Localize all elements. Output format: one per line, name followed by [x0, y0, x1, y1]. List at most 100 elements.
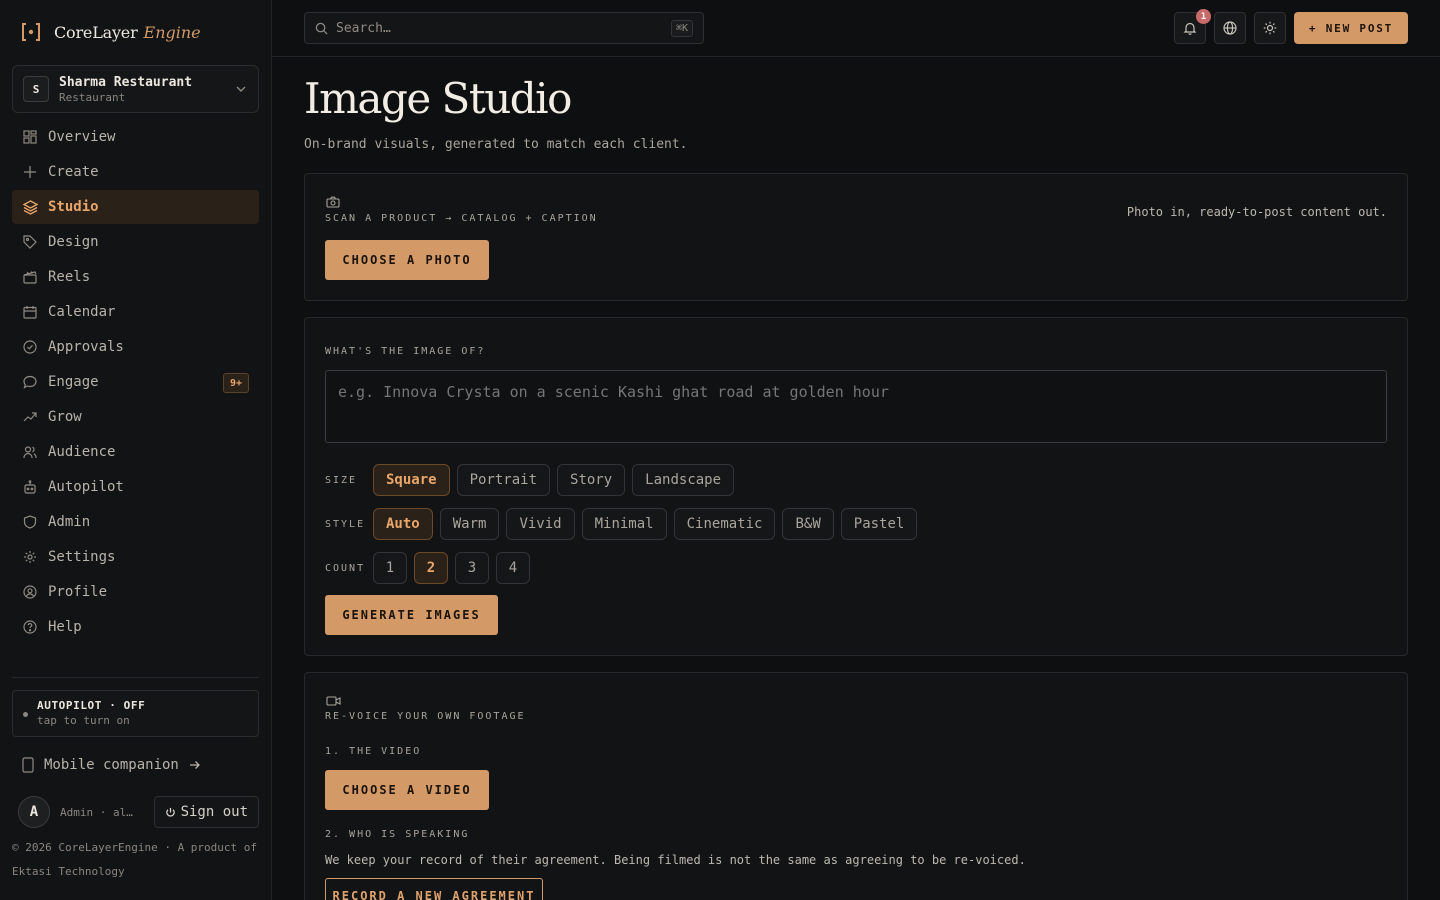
sidebar-item-settings[interactable]: Settings [12, 540, 259, 574]
sidebar-item-label: Profile [48, 584, 108, 600]
choose-video-button[interactable]: CHOOSE A VIDEO [325, 770, 489, 810]
sidebar-item-label: Settings [48, 549, 116, 565]
size-chip-story[interactable]: Story [557, 464, 626, 496]
sidebar-item-create[interactable]: Create [12, 155, 259, 189]
layers-icon [22, 199, 38, 215]
plus-icon [22, 164, 38, 180]
size-chip-square[interactable]: Square [373, 464, 450, 496]
camera-icon [326, 196, 340, 208]
bot-icon [22, 479, 38, 495]
language-button[interactable] [1214, 12, 1246, 44]
style-chip-vivid[interactable]: Vivid [506, 508, 575, 540]
search-icon [315, 22, 328, 35]
style-chip-minimal[interactable]: Minimal [581, 508, 667, 540]
style-chip-warm[interactable]: Warm [439, 508, 500, 540]
sidebar-item-engage[interactable]: Engage 9+ [12, 365, 259, 399]
sidebar-item-reels[interactable]: Reels [12, 260, 259, 294]
size-chip-portrait[interactable]: Portrait [456, 464, 551, 496]
sidebar-item-autopilot[interactable]: Autopilot [12, 470, 259, 504]
style-options: STYLE Auto Warm Vivid Minimal Cinematic … [325, 508, 924, 540]
user-email: Admin · al… [60, 805, 133, 819]
count-chip-1[interactable]: 1 [373, 552, 407, 584]
workspace-type: Restaurant [59, 90, 126, 104]
brand[interactable]: CoreLayer Engine [20, 20, 201, 44]
trending-up-icon [22, 409, 38, 425]
page-subtitle: On-brand visuals, generated to match eac… [304, 137, 688, 152]
style-label: STYLE [325, 518, 366, 530]
sidebar-item-label: Help [48, 619, 82, 635]
power-icon [165, 807, 175, 817]
scan-hint: Photo in, ready-to-post content out. [1126, 205, 1387, 219]
sidebar-item-design[interactable]: Design [12, 225, 259, 259]
theme-toggle-button[interactable] [1254, 12, 1286, 44]
revoice-footage-card: RE-VOICE YOUR OWN FOOTAGE 1. THE VIDEO C… [304, 672, 1408, 900]
workspace-switcher[interactable]: S Sharma Restaurant Restaurant [12, 65, 259, 113]
mobile-companion-link[interactable]: Mobile companion [22, 754, 201, 776]
check-circle-icon [22, 339, 38, 355]
style-chip-pastel[interactable]: Pastel [840, 508, 918, 540]
sidebar-item-label: Admin [48, 514, 91, 530]
style-chip-cinematic[interactable]: Cinematic [673, 508, 776, 540]
step-speaker-label: 2. WHO IS SPEAKING [325, 829, 470, 840]
count-chip-3[interactable]: 3 [455, 552, 489, 584]
count-chip-2[interactable]: 2 [414, 552, 448, 584]
generate-images-button[interactable]: GENERATE IMAGES [325, 595, 498, 635]
search-placeholder: Search… [336, 20, 391, 36]
bell-icon [1183, 22, 1197, 35]
sidebar-item-studio[interactable]: Studio [12, 190, 259, 224]
workspace-avatar: S [23, 76, 49, 102]
sidebar-item-help[interactable]: Help [12, 610, 259, 644]
sidebar-item-profile[interactable]: Profile [12, 575, 259, 609]
chat-icon [22, 374, 38, 390]
sidebar-item-overview[interactable]: Overview [12, 120, 259, 154]
shield-icon [22, 514, 38, 530]
sidebar-item-label: Audience [48, 444, 116, 460]
sidebar-item-audience[interactable]: Audience [12, 435, 259, 469]
sidebar-item-label: Reels [48, 269, 91, 285]
sun-icon [1263, 21, 1277, 35]
autopilot-hint: tap to turn on [37, 714, 130, 727]
engage-count-badge: 9+ [223, 373, 249, 393]
topbar: Search… ⌘K 1 + NEW POST [272, 0, 1440, 57]
users-icon [22, 444, 38, 460]
sidebar: CoreLayer Engine S Sharma Restaurant Rest… [0, 0, 272, 900]
new-post-button[interactable]: + NEW POST [1294, 12, 1408, 44]
prompt-eyebrow: WHAT'S THE IMAGE OF? [325, 346, 486, 357]
count-options: COUNT 1 2 3 4 [325, 552, 537, 584]
style-chip-auto[interactable]: Auto [373, 508, 433, 540]
workspace-name: Sharma Restaurant [59, 74, 193, 90]
page-title: Image Studio [304, 74, 572, 123]
generate-image-card: WHAT'S THE IMAGE OF? SIZE Square Portrai… [304, 317, 1408, 656]
autopilot-toggle[interactable]: AUTOPILOT · OFF tap to turn on [12, 690, 259, 737]
video-camera-icon [326, 696, 341, 706]
notifications-button[interactable]: 1 [1174, 9, 1211, 44]
gear-icon [22, 549, 38, 565]
sidebar-nav: Overview Create Studio Design Reels Cale… [12, 120, 259, 645]
size-chip-landscape[interactable]: Landscape [632, 464, 735, 496]
sidebar-item-grow[interactable]: Grow [12, 400, 259, 434]
user-circle-icon [22, 584, 38, 600]
style-chip-bw[interactable]: B&W [782, 508, 834, 540]
count-chip-4[interactable]: 4 [496, 552, 530, 584]
grid-icon [22, 129, 38, 145]
brand-logo-icon [20, 21, 42, 43]
autopilot-status: AUTOPILOT · OFF [37, 699, 146, 712]
notification-count-badge: 1 [1196, 9, 1211, 24]
search-input[interactable]: Search… ⌘K [304, 12, 704, 44]
sidebar-item-label: Approvals [48, 339, 124, 355]
avatar[interactable]: A [18, 796, 50, 828]
sidebar-item-calendar[interactable]: Calendar [12, 295, 259, 329]
mobile-companion-label: Mobile companion [44, 757, 179, 773]
record-agreement-button[interactable]: RECORD A NEW AGREEMENT [325, 878, 543, 900]
sign-out-button[interactable]: Sign out [153, 796, 259, 828]
sidebar-item-label: Overview [48, 129, 116, 145]
sidebar-item-label: Create [48, 164, 99, 180]
choose-photo-button[interactable]: CHOOSE A PHOTO [325, 240, 489, 280]
sidebar-item-admin[interactable]: Admin [12, 505, 259, 539]
count-label: COUNT [325, 562, 366, 574]
phone-icon [22, 757, 34, 773]
clapper-icon [22, 269, 38, 285]
sidebar-item-approvals[interactable]: Approvals [12, 330, 259, 364]
sidebar-item-label: Autopilot [48, 479, 124, 495]
image-prompt-input[interactable] [325, 370, 1387, 443]
